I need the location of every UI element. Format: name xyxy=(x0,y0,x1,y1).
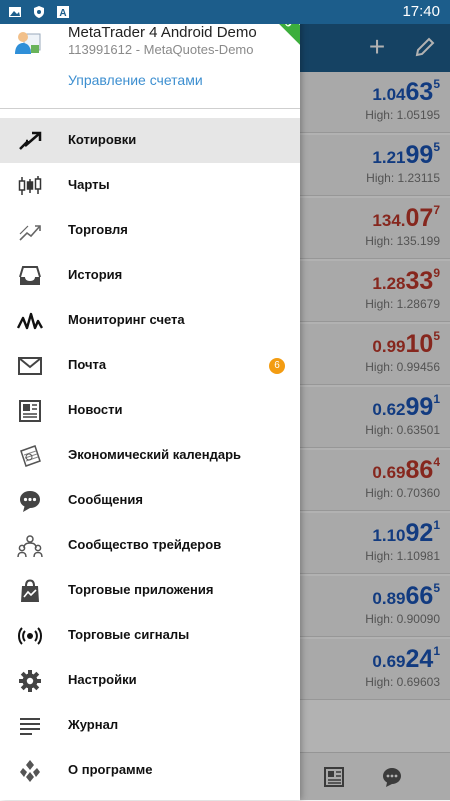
menu-item-mail[interactable]: Почта 6 xyxy=(0,343,300,388)
menu-item-label: Котировки xyxy=(68,132,137,147)
history-inbox-icon xyxy=(19,266,41,285)
drawer-scrim[interactable] xyxy=(300,24,450,800)
account-avatar-icon xyxy=(15,32,41,54)
menu-item-label: Торговля xyxy=(68,222,128,237)
menu-item-label: Журнал xyxy=(68,717,119,732)
menu-item-candlestick-chart[interactable]: Чарты xyxy=(0,163,300,208)
calendar-icon xyxy=(20,445,41,467)
about-icon xyxy=(20,760,40,782)
market-bag-icon xyxy=(21,579,39,602)
menu-item-news[interactable]: Новости xyxy=(0,388,300,433)
mail-icon xyxy=(18,357,42,375)
menu-item-label: Торговые приложения xyxy=(68,582,214,597)
font-icon: A xyxy=(57,6,69,19)
menu-item-label: Новости xyxy=(68,402,123,417)
monitoring-icon xyxy=(17,312,43,330)
menu-item-label: Мониторинг счета xyxy=(68,312,185,327)
quotes-icon xyxy=(19,131,42,150)
news-icon xyxy=(19,400,41,422)
menu-item-quotes[interactable]: Котировки xyxy=(0,118,300,163)
menu-item-calendar[interactable]: Экономический календарь xyxy=(0,433,300,478)
drawer-menu: Котировки Чарты Торговля История Мониторинг … xyxy=(0,118,300,793)
menu-item-label: Сообщения xyxy=(68,492,143,507)
shield-icon xyxy=(34,6,44,18)
journal-icon xyxy=(20,718,40,735)
manage-accounts-link[interactable]: Управление счетами xyxy=(68,72,203,88)
signals-icon xyxy=(18,627,42,645)
svg-text:A: A xyxy=(59,8,66,19)
menu-item-label: О программе xyxy=(68,762,153,777)
menu-item-label: Чарты xyxy=(68,177,110,192)
menu-item-label: История xyxy=(68,267,123,282)
menu-item-label: Почта xyxy=(68,357,107,372)
menu-item-chat[interactable]: Сообщения xyxy=(0,478,300,523)
menu-item-signals[interactable]: Торговые сигналы xyxy=(0,613,300,658)
account-name: MetaTrader 4 Android Demo xyxy=(68,24,257,41)
menu-item-label: Сообщество трейдеров xyxy=(68,537,222,552)
image-icon xyxy=(9,7,21,17)
menu-item-market-bag[interactable]: Торговые приложения xyxy=(0,568,300,613)
gear-icon xyxy=(19,670,41,692)
menu-item-community[interactable]: Сообщество трейдеров xyxy=(0,523,300,568)
status-time: 17:40 xyxy=(402,3,440,20)
menu-item-history-inbox[interactable]: История xyxy=(0,253,300,298)
menu-item-trade[interactable]: Торговля xyxy=(0,208,300,253)
menu-item-label: Настройки xyxy=(68,672,137,687)
candlestick-chart-icon xyxy=(18,176,42,195)
unread-badge: 6 xyxy=(269,358,285,374)
navigation-drawer: MetaTrader 4 Android Demo 113991612 - Me… xyxy=(0,0,300,800)
account-id: 113991612 - MetaQuotes-Demo xyxy=(68,42,254,57)
menu-item-journal[interactable]: Журнал xyxy=(0,703,300,748)
trade-icon xyxy=(19,225,41,241)
community-icon xyxy=(17,535,43,558)
menu-item-monitoring[interactable]: Мониторинг счета xyxy=(0,298,300,343)
menu-item-label: Экономический календарь xyxy=(68,447,242,462)
menu-item-gear[interactable]: Настройки xyxy=(0,658,300,703)
menu-item-label: Торговые сигналы xyxy=(68,627,190,642)
menu-item-about[interactable]: О программе xyxy=(0,748,300,793)
status-bar: A 17:40 xyxy=(0,0,450,24)
chat-icon xyxy=(20,491,40,512)
divider xyxy=(0,108,300,109)
